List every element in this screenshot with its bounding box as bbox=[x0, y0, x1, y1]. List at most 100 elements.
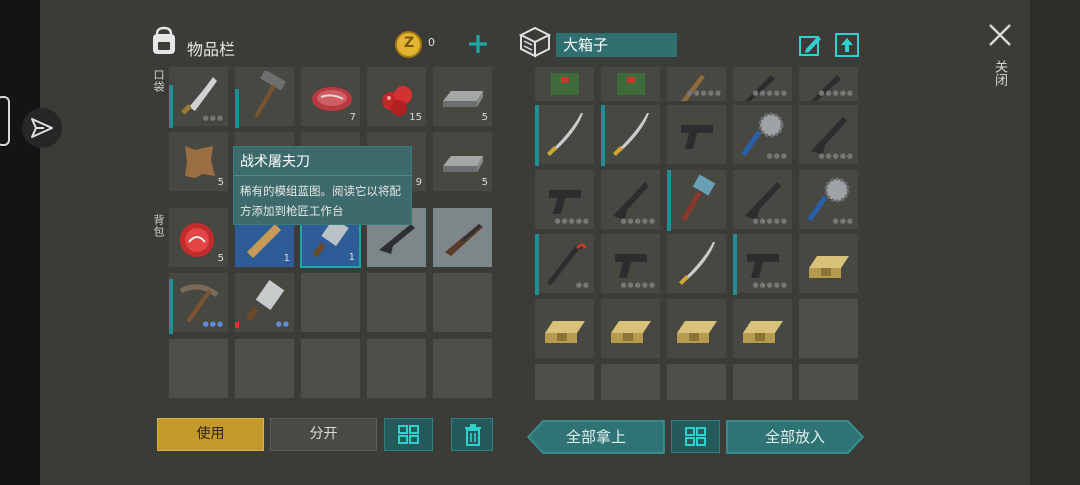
inventory-title: 物品栏 bbox=[187, 40, 236, 59]
container-slot-rifle-c[interactable]: ●●●●● bbox=[798, 66, 859, 102]
container-slot-rifle-d[interactable]: ●●●●● bbox=[798, 104, 859, 165]
ammo-pack-icon bbox=[677, 321, 717, 343]
tooltip-description: 稀有的模组蓝图。阅读它以将配方添加到枪匠工作台 bbox=[240, 184, 401, 218]
rifle-icon bbox=[811, 75, 841, 101]
container-slot-empty[interactable] bbox=[798, 298, 859, 359]
add-coins-button[interactable] bbox=[466, 32, 490, 56]
inventory-slot-empty[interactable] bbox=[300, 272, 361, 333]
container-slot-empty[interactable] bbox=[732, 363, 793, 401]
edge-handle[interactable] bbox=[0, 96, 10, 146]
trash-icon bbox=[465, 424, 481, 446]
inventory-slot-ingot-2[interactable]: 5 bbox=[432, 131, 493, 192]
container-name[interactable]: 大箱子 bbox=[556, 33, 677, 57]
ammo-box-icon bbox=[617, 73, 645, 95]
container-slot-pistol-3[interactable]: ●●●●● bbox=[600, 233, 661, 294]
inventory-slot-pickaxe-2[interactable]: ●●● bbox=[168, 272, 229, 334]
container-slot-katana-1[interactable] bbox=[534, 104, 595, 166]
container-slot-supply-box-1[interactable] bbox=[534, 66, 595, 102]
ammo-box-icon bbox=[551, 73, 579, 95]
container-slot-mace-2[interactable]: ●●● bbox=[798, 169, 859, 230]
upload-container-button[interactable] bbox=[835, 33, 859, 57]
container-slot-rifle-f[interactable]: ●●●●● bbox=[732, 169, 793, 230]
delete-button[interactable] bbox=[451, 418, 493, 451]
container-slot-crowbar[interactable]: ●● bbox=[534, 233, 595, 295]
container-slot-mace-1[interactable]: ●●● bbox=[732, 104, 793, 165]
container-slot-empty[interactable] bbox=[666, 363, 727, 401]
container-slot-empty[interactable] bbox=[600, 363, 661, 401]
inventory-slot-empty[interactable] bbox=[168, 338, 229, 399]
katana-icon bbox=[679, 242, 715, 285]
crate-icon bbox=[518, 26, 552, 58]
katana-icon bbox=[613, 113, 649, 156]
inventory-slot-cleaver[interactable]: ●● bbox=[234, 272, 295, 333]
inventory-slot-blueprint-rifle-2[interactable] bbox=[432, 207, 493, 268]
container-slot-sledgehammer[interactable] bbox=[666, 169, 727, 231]
blueprint1-count: 1 bbox=[283, 253, 290, 264]
inventory-slot-bottlecap[interactable]: 5 bbox=[168, 207, 229, 268]
container-slot-empty[interactable] bbox=[534, 363, 595, 401]
container-slot-ammo-3[interactable] bbox=[600, 298, 661, 359]
inventory-slot-empty[interactable] bbox=[300, 338, 361, 399]
meat-count: 7 bbox=[349, 112, 356, 123]
inventory-slot-hide[interactable]: 5 bbox=[168, 131, 229, 192]
shotgun-blueprint-icon bbox=[445, 224, 483, 256]
tooltip-divider bbox=[234, 175, 411, 176]
container-slot-rifle-e[interactable]: ●●●●● bbox=[600, 169, 661, 230]
katana-icon bbox=[547, 113, 583, 156]
ingot-count: 5 bbox=[481, 112, 488, 123]
rifle-icon bbox=[745, 75, 775, 101]
container-slot-pistol-2[interactable]: ●●●●● bbox=[534, 169, 595, 230]
container-slot-ammo-1[interactable] bbox=[798, 233, 859, 294]
share-icon[interactable] bbox=[22, 108, 62, 148]
inventory-slot-pickaxe[interactable] bbox=[234, 66, 295, 128]
inventory-slot-empty[interactable] bbox=[366, 338, 427, 399]
inventory-slot-empty[interactable] bbox=[234, 338, 295, 399]
inventory-slot-empty[interactable] bbox=[432, 272, 493, 333]
hammer-icon bbox=[254, 71, 286, 118]
backpack-label: 背包 bbox=[152, 214, 165, 238]
container-slot-ammo-5[interactable] bbox=[732, 298, 793, 359]
sort-inventory-button[interactable] bbox=[384, 418, 433, 451]
put-all-button[interactable]: 全部放入 bbox=[726, 420, 864, 454]
container-slot-empty[interactable] bbox=[798, 363, 859, 401]
tooltip-title: 战术屠夫刀 bbox=[240, 154, 310, 170]
container-slot-supply-box-2[interactable] bbox=[600, 66, 661, 102]
container-slot-pistol-4[interactable]: ●●●●● bbox=[732, 233, 793, 295]
container-slot-pistol-1[interactable] bbox=[666, 104, 727, 165]
rename-container-button[interactable] bbox=[798, 33, 822, 57]
ammo-pack-icon bbox=[809, 256, 849, 278]
container-slot-ammo-2[interactable] bbox=[534, 298, 595, 359]
take-all-button[interactable]: 全部拿上 bbox=[527, 420, 665, 454]
use-button[interactable]: 使用 bbox=[157, 418, 264, 451]
game-screen: 物品栏 Z 0 口袋 背包 ●●● 7 15 5 5 9 5 5 1 1 ●●●… bbox=[0, 0, 1080, 485]
sledgehammer-icon bbox=[681, 174, 716, 222]
split-button[interactable]: 分开 bbox=[270, 418, 377, 451]
ammo-pack-icon bbox=[611, 321, 651, 343]
inventory-slot-machete[interactable]: ●●● bbox=[168, 66, 229, 128]
close-label[interactable]: 关闭 bbox=[990, 60, 1009, 86]
sort-container-button[interactable] bbox=[671, 420, 720, 453]
close-button[interactable] bbox=[987, 22, 1013, 48]
inventory-slot-ingot[interactable]: 5 bbox=[432, 66, 493, 127]
container-slot-katana-2[interactable] bbox=[600, 104, 661, 166]
grid-icon bbox=[685, 427, 706, 446]
close-icon bbox=[989, 24, 1011, 46]
container-slot-katana-3[interactable] bbox=[666, 233, 727, 294]
container-slot-ammo-4[interactable] bbox=[666, 298, 727, 359]
pocket-label: 口袋 bbox=[152, 69, 165, 93]
container-slot-rifle-a[interactable]: ●●●●● bbox=[666, 66, 727, 102]
inventory-slot-meat[interactable]: 7 bbox=[300, 66, 361, 127]
berries-count: 15 bbox=[409, 112, 422, 123]
rifle-icon bbox=[681, 75, 705, 101]
grid-icon bbox=[398, 425, 419, 444]
inventory-slot-berries[interactable]: 15 bbox=[366, 66, 427, 127]
backpack-icon bbox=[150, 26, 178, 56]
inventory-slot-empty[interactable] bbox=[432, 338, 493, 399]
edit-icon bbox=[799, 36, 821, 56]
put-all-label: 全部放入 bbox=[764, 428, 825, 446]
container-slot-rifle-b[interactable]: ●●●●● bbox=[732, 66, 793, 102]
inventory-slot-empty[interactable] bbox=[366, 272, 427, 333]
coin-amount: 0 bbox=[428, 36, 435, 49]
right-strip bbox=[1030, 0, 1080, 485]
blueprint2-count: 1 bbox=[348, 252, 355, 263]
